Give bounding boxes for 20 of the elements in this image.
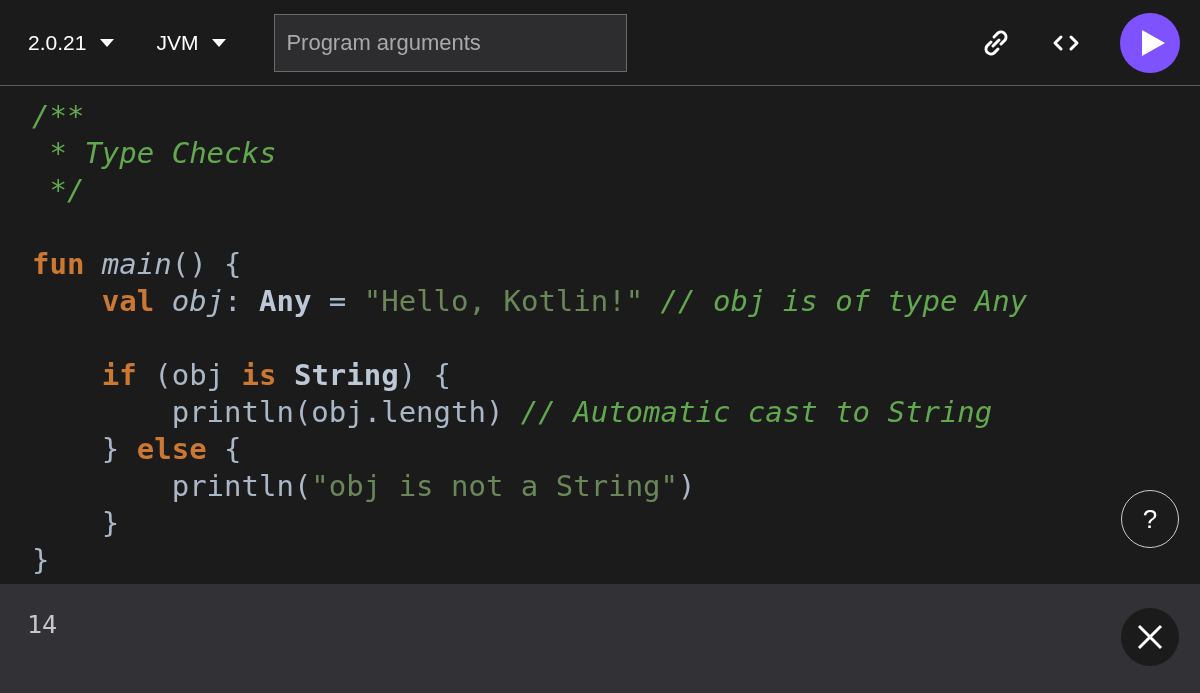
caret-icon xyxy=(212,38,227,47)
caret-icon xyxy=(100,38,115,47)
output-text: 14 xyxy=(27,610,58,639)
code-line: if (obj is String) { xyxy=(100,357,452,394)
code-line: } xyxy=(32,542,50,579)
close-icon xyxy=(1137,624,1163,650)
code-line: /** xyxy=(32,98,85,135)
code-line: */ xyxy=(48,172,85,209)
code-line: fun main() { xyxy=(32,246,242,283)
arguments-field[interactable]: Program arguments xyxy=(274,13,628,72)
code-line: println("obj is not a String") xyxy=(170,468,696,505)
version-dropdown[interactable]: 2.0.21 xyxy=(28,30,115,55)
code-line: } xyxy=(100,505,120,542)
code-line: } else { xyxy=(100,431,242,468)
code-line: * Type Checks xyxy=(48,135,277,172)
code-line: val obj: Any = "Hello, Kotlin!" // obj is of type Any xyxy=(100,283,1028,320)
platform-dropdown[interactable]: JVM xyxy=(156,30,227,55)
help-button[interactable]: ? xyxy=(1121,490,1179,548)
code-line: println(obj.length) // Automatic cast to String xyxy=(170,394,993,431)
play-icon xyxy=(1140,28,1166,57)
